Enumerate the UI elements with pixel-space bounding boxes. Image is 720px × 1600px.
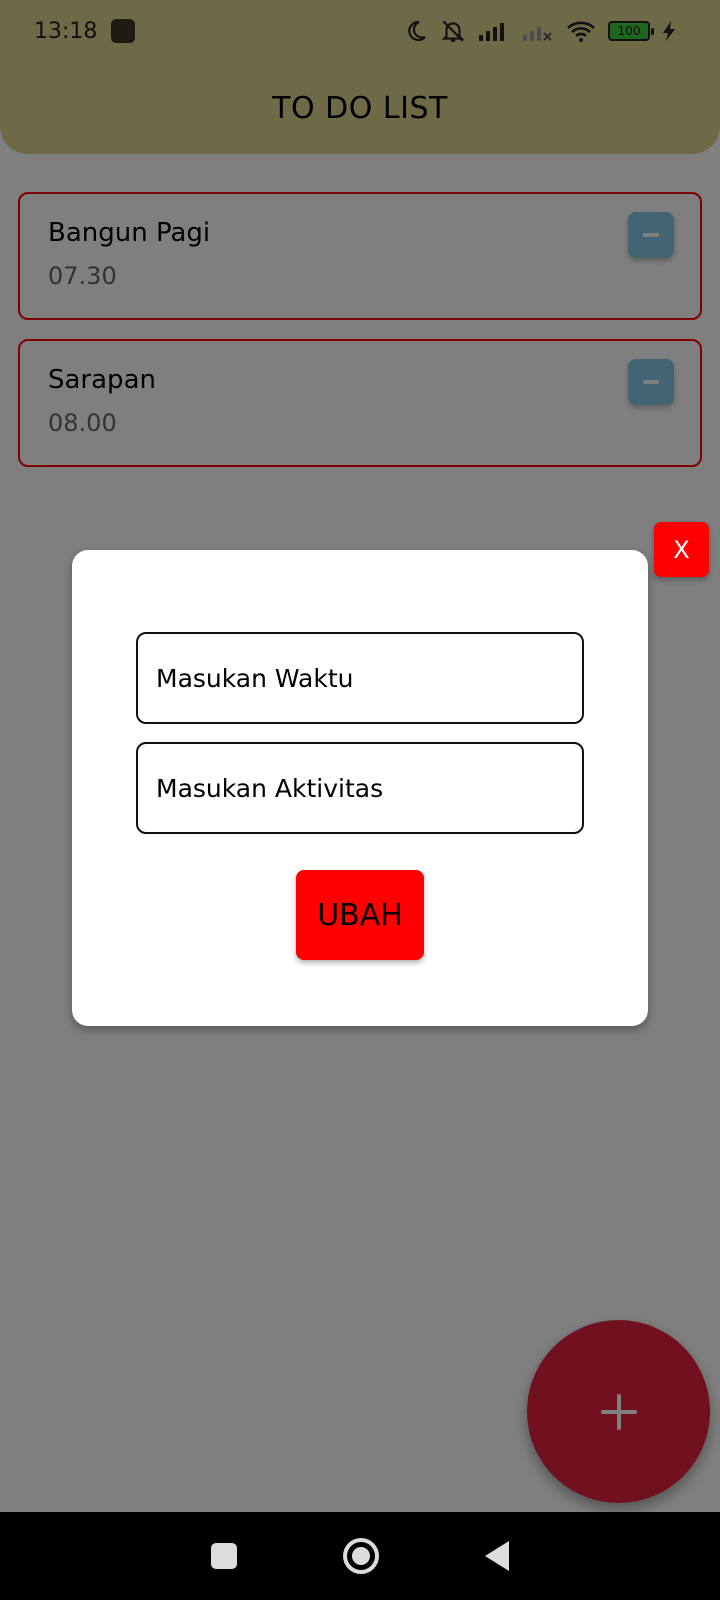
recent-apps-icon[interactable] [211, 1543, 237, 1569]
close-dialog-button[interactable]: X [654, 522, 709, 577]
back-icon[interactable] [485, 1541, 509, 1571]
edit-task-dialog: UBAH [72, 550, 648, 1026]
system-nav-bar [0, 1512, 720, 1600]
activity-input[interactable] [136, 742, 584, 834]
update-button[interactable]: UBAH [296, 870, 424, 960]
home-icon[interactable] [343, 1538, 379, 1574]
time-input[interactable] [136, 632, 584, 724]
